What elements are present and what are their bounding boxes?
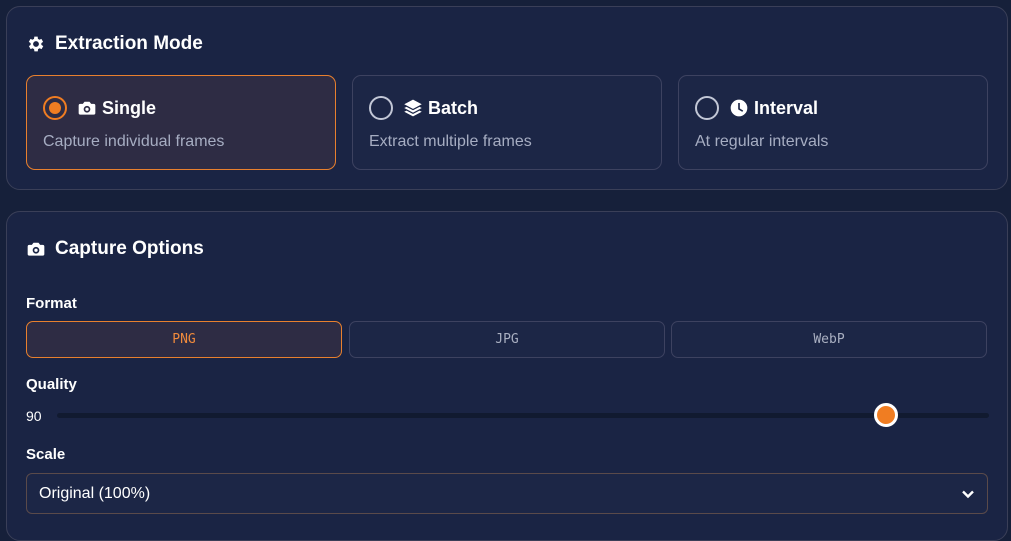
capture-options-panel: Capture Options Format PNG JPG WebP Qual…	[6, 211, 1008, 541]
chevron-down-icon	[962, 490, 974, 498]
extraction-mode-panel: Extraction Mode Single Capture individua…	[6, 6, 1008, 190]
mode-option-single[interactable]: Single Capture individual frames	[26, 75, 336, 170]
mode-description: At regular intervals	[695, 133, 829, 150]
mode-option-interval[interactable]: Interval At regular intervals	[678, 75, 988, 170]
single-radio[interactable]	[43, 96, 67, 120]
extraction-mode-title: Extraction Mode	[26, 33, 203, 55]
scale-select[interactable]: Original (100%)	[26, 473, 988, 514]
quality-slider-track[interactable]	[57, 413, 989, 418]
mode-description: Capture individual frames	[43, 133, 225, 150]
camera-icon	[27, 242, 45, 256]
quality-label: Quality	[26, 376, 77, 393]
clock-icon	[730, 99, 748, 117]
mode-label: Batch	[428, 97, 479, 118]
mode-label: Single	[102, 97, 157, 118]
layers-icon	[404, 99, 422, 117]
scale-selected-value: Original (100%)	[39, 484, 151, 502]
capture-options-title: Capture Options	[26, 238, 204, 260]
format-png-button[interactable]: PNG	[26, 321, 342, 358]
format-label: Format	[26, 295, 77, 312]
mode-option-batch[interactable]: Batch Extract multiple frames	[352, 75, 662, 170]
format-webp-button[interactable]: WebP	[671, 321, 987, 358]
mode-description: Extract multiple frames	[369, 133, 532, 150]
gear-icon	[28, 36, 44, 52]
quality-slider-thumb[interactable]	[874, 403, 899, 427]
mode-label: Interval	[754, 97, 819, 118]
batch-radio[interactable]	[369, 96, 393, 120]
scale-label: Scale	[26, 446, 66, 463]
quality-value: 90	[26, 408, 42, 424]
format-jpg-button[interactable]: JPG	[349, 321, 665, 358]
interval-radio[interactable]	[695, 96, 719, 120]
camera-icon	[78, 101, 96, 115]
